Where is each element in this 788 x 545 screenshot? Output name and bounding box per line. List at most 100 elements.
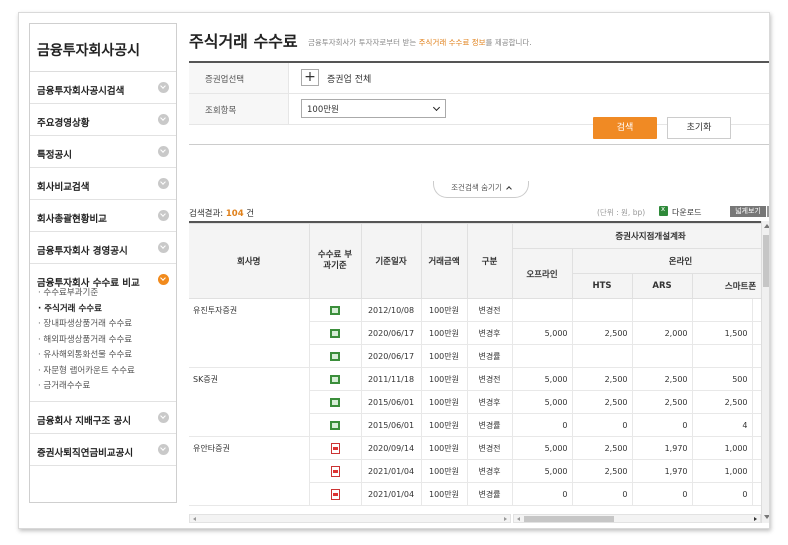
amount-cell: 100만원 (420, 321, 468, 345)
pdf-icon[interactable] (330, 442, 340, 454)
ars-cell (631, 298, 693, 322)
excel-icon[interactable] (330, 305, 340, 315)
col-smartphone: 스마트폰 (691, 273, 761, 299)
smartphone-cell: 500 (691, 367, 753, 391)
scroll-thumb[interactable] (524, 516, 614, 522)
table-row: SK증권 2011/11/18 100만원 변경전 5,000 2,500 2,500 500 (189, 367, 761, 437)
excel-icon[interactable] (330, 374, 340, 384)
scroll-right-icon[interactable] (754, 517, 757, 521)
excel-icon[interactable] (330, 351, 340, 361)
hts-cell: 0 (571, 482, 633, 506)
basis-cell (308, 344, 362, 368)
sidebar-item-major-status[interactable]: 주요경영상황 (30, 104, 176, 136)
sub-item-gold[interactable]: · 금거래수수료 (38, 379, 176, 395)
sidebar-item-pension-compare[interactable]: 증권사퇴직연금비교공시 (30, 434, 176, 466)
vertical-scrollbar[interactable] (761, 221, 769, 523)
sidebar-item-specific-disclosure[interactable]: 특정공시 (30, 136, 176, 168)
pdf-icon[interactable] (330, 488, 340, 500)
col-basis: 수수료 부과기준 (308, 223, 362, 299)
desc-text: 금융투자회사가 투자자로부터 받는 (308, 38, 419, 47)
col-ars: ARS (631, 273, 693, 299)
basis-cell (308, 436, 362, 460)
extra-cell (751, 482, 761, 506)
hide-conditions-toggle[interactable]: 조건검색 숨기기 (433, 181, 529, 198)
sidebar-item-label: 회사총괄현황비교 (37, 214, 107, 225)
sidebar-item-disclosure-search[interactable]: 금융투자회사공시검색 (30, 72, 176, 104)
hts-cell: 0 (571, 413, 633, 437)
expand-icon[interactable] (767, 206, 769, 217)
col-date: 기준일자 (360, 223, 422, 299)
wide-view-button[interactable]: 넓게보기 (730, 206, 766, 217)
offline-cell (511, 298, 573, 322)
chevron-down-icon (158, 411, 169, 423)
smartphone-cell: 0 (691, 482, 753, 506)
col-online: 온라인 (571, 248, 761, 274)
result-count: 검색결과: 104 건 (189, 207, 254, 219)
smartphone-cell: 1,500 (691, 321, 753, 345)
amount-cell: 100만원 (420, 344, 468, 368)
sidebar-item-fee-compare[interactable]: 금융투자회사 수수료 비교 (30, 264, 176, 289)
col-amount: 거래금액 (420, 223, 468, 299)
offline-cell (511, 344, 573, 368)
col-hts: HTS (571, 273, 633, 299)
download-link[interactable]: 다운로드 (672, 207, 701, 218)
table-row: 유진투자증권 2012/10/08 100만원 변경전 (189, 298, 761, 368)
scroll-left-icon[interactable] (193, 517, 196, 521)
scroll-left-icon[interactable] (517, 517, 520, 521)
amount-cell: 100만원 (420, 390, 468, 414)
type-cell: 변경후 (466, 321, 513, 345)
excel-icon[interactable] (330, 420, 340, 430)
scroll-down-icon[interactable] (764, 515, 769, 519)
sub-item-stock-fee[interactable]: · 주식거래 수수료 (38, 302, 176, 318)
scroll-up-icon[interactable] (764, 224, 769, 228)
chevron-down-icon (158, 443, 169, 455)
sidebar-item-company-compare[interactable]: 회사비교검색 (30, 168, 176, 200)
sidebar-item-label: 금융투자회사 수수료 비교 (37, 278, 140, 289)
hts-cell (571, 298, 633, 322)
sub-menu: · 수수료부과기준 · 주식거래 수수료 · 장내파생상품거래 수수료 · 해외… (30, 286, 176, 402)
excel-icon[interactable] (330, 328, 340, 338)
date-cell: 2021/01/04 (360, 459, 422, 483)
search-button[interactable]: 검색 (593, 117, 657, 139)
ars-cell: 0 (631, 413, 693, 437)
type-cell: 변경전 (466, 436, 513, 460)
chevron-down-icon (158, 274, 169, 285)
horizontal-scrollbar-left[interactable] (189, 514, 511, 523)
basis-cell (308, 298, 362, 322)
sub-item-wrap-account[interactable]: · 자문형 랩어카운트 수수료 (38, 364, 176, 380)
chevron-up-icon (506, 186, 512, 192)
sidebar-item-management-disclosure[interactable]: 금융투자회사 경영공시 (30, 232, 176, 264)
chevron-down-icon (158, 146, 169, 157)
basis-cell (308, 390, 362, 414)
smartphone-cell (691, 344, 753, 368)
company-name[interactable]: 유진투자증권 (189, 298, 310, 368)
company-name[interactable]: SK증권 (189, 367, 310, 437)
scroll-thumb[interactable] (763, 235, 769, 287)
horizontal-scrollbar-right[interactable] (513, 514, 761, 523)
type-cell: 변경률 (466, 344, 513, 368)
desc-highlight: 주식거래 수수료 정보 (418, 38, 486, 47)
pdf-icon[interactable] (330, 465, 340, 477)
sidebar-item-overview-compare[interactable]: 회사총괄현황비교 (30, 200, 176, 232)
app-window: 금융투자회사공시 금융투자회사공시검색 주요경영상황 특정공시 회사비교검색 회… (18, 12, 770, 529)
company-name[interactable]: 유안타증권 (189, 436, 310, 506)
col-company: 회사명 (189, 223, 310, 299)
sub-item-fx-futures[interactable]: · 유사해외통화선물 수수료 (38, 348, 176, 364)
sidebar: 금융투자회사공시 금융투자회사공시검색 주요경영상황 특정공시 회사비교검색 회… (29, 23, 177, 503)
scroll-right-icon[interactable] (504, 517, 507, 521)
reset-button[interactable]: 초기화 (667, 117, 731, 139)
unit-label: (단위 : 원, bp) (597, 208, 646, 217)
sidebar-item-label: 회사비교검색 (37, 182, 90, 193)
excel-icon[interactable] (330, 397, 340, 407)
sub-item-label: 유사해외통화선물 수수료 (43, 350, 133, 360)
add-broker-button[interactable]: + (301, 69, 319, 86)
extra-cell (751, 298, 761, 322)
sidebar-item-governance[interactable]: 금융회사 지배구조 공시 (30, 402, 176, 434)
date-cell: 2015/06/01 (360, 390, 422, 414)
sidebar-item-label: 금융회사 지배구조 공시 (37, 415, 132, 427)
sub-item-domestic-derivatives[interactable]: · 장내파생상품거래 수수료 (38, 317, 176, 333)
amount-cell: 100만원 (420, 413, 468, 437)
amount-select[interactable]: 100만원 (301, 99, 446, 118)
sub-item-overseas-derivatives[interactable]: · 해외파생상품거래 수수료 (38, 333, 176, 349)
excel-icon[interactable] (659, 205, 668, 216)
